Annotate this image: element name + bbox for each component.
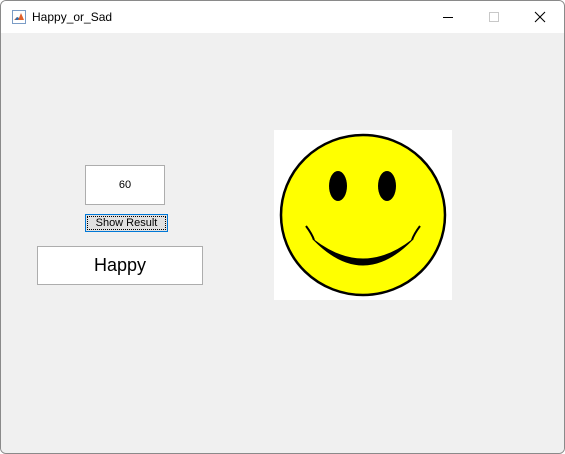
smiley-face-icon [274,130,452,300]
minimize-button[interactable] [425,1,471,33]
matlab-icon [12,10,26,24]
result-label: Happy [37,246,203,285]
window-content: 60 Show Result Happy [1,33,564,453]
show-result-label: Show Result [95,217,158,229]
minimize-icon [443,17,453,18]
value-input[interactable]: 60 [85,165,165,205]
show-result-button[interactable]: Show Result [85,214,168,232]
app-window: Happy_or_Sad 60 Show Result Happy [0,0,565,454]
maximize-icon [489,12,499,22]
maximize-button[interactable] [471,1,517,33]
close-icon [534,11,546,23]
window-title: Happy_or_Sad [32,10,113,24]
title-bar[interactable]: Happy_or_Sad [1,1,564,33]
close-button[interactable] [517,1,563,33]
